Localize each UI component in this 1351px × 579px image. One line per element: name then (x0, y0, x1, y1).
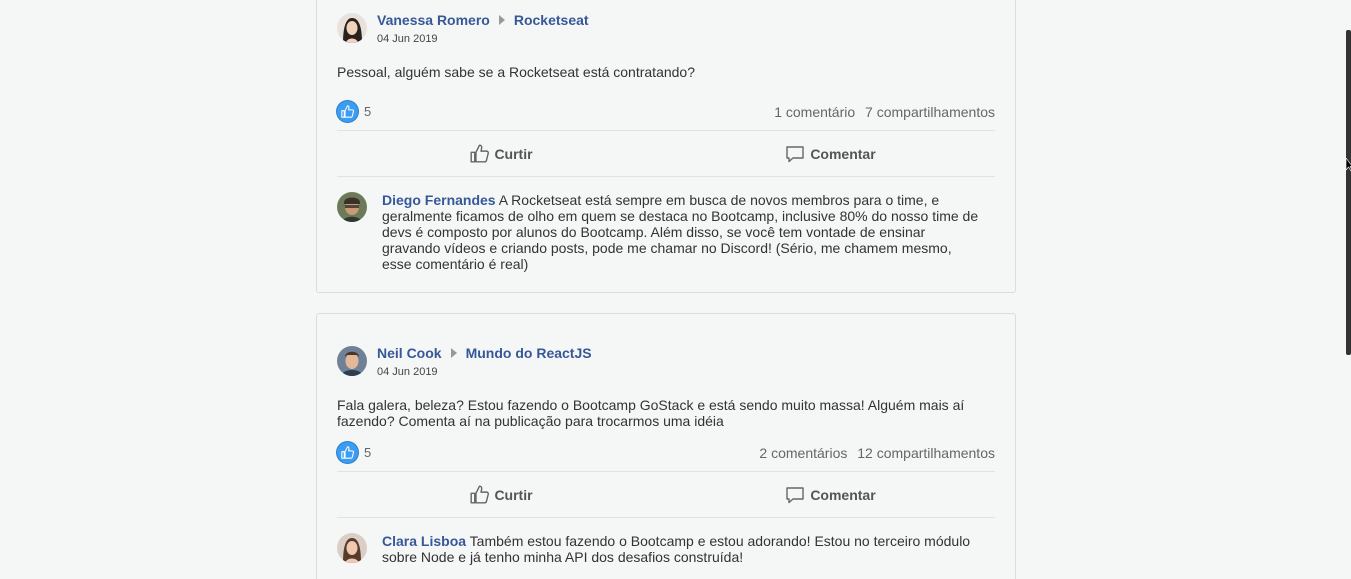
post-group-link[interactable]: Mundo do ReactJS (466, 345, 592, 361)
post-author-link[interactable]: Neil Cook (377, 345, 442, 361)
caret-right-icon (450, 348, 457, 358)
post-group-link[interactable]: Rocketseat (514, 12, 589, 28)
like-button[interactable]: Curtir (337, 144, 666, 163)
like-count: 5 (364, 104, 372, 119)
like-button-label: Curtir (494, 145, 533, 162)
avatar[interactable] (337, 192, 367, 222)
like-summary[interactable]: 5 (337, 442, 371, 463)
engagement-counts: 1 comentário 7 compartilhamentos (774, 104, 995, 120)
comments-count[interactable]: 1 comentário (774, 104, 855, 120)
post-actions: Curtir Comentar (337, 131, 995, 177)
comment-button-label: Comentar (810, 486, 876, 503)
comment-item: Clara Lisboa Também estou fazendo o Boot… (337, 518, 995, 565)
post-header: Vanessa Romero Rocketseat 04 Jun 2019 (337, 0, 995, 64)
avatar[interactable] (337, 13, 367, 43)
avatar[interactable] (337, 533, 367, 563)
post-date: 04 Jun 2019 (377, 33, 438, 45)
post-content: Fala galera, beleza? Estou fazendo o Boo… (337, 397, 965, 429)
caret-right-icon (498, 15, 505, 25)
post-card: Vanessa Romero Rocketseat 04 Jun 2019 Pe… (316, 0, 1016, 293)
like-button-label: Curtir (494, 486, 533, 503)
comment-body: Diego Fernandes A Rocketseat está sempre… (382, 192, 982, 272)
comment-button-label: Comentar (810, 145, 876, 162)
comment-button[interactable]: Comentar (666, 486, 995, 504)
thumbs-up-badge-icon (337, 101, 358, 122)
post-content: Pessoal, alguém sabe se a Rocketseat est… (337, 64, 695, 80)
post-list: Vanessa Romero Rocketseat 04 Jun 2019 Pe… (316, 0, 1016, 579)
comment-icon (786, 145, 805, 162)
post-stats: 5 2 comentários 12 compartilhamentos (337, 434, 995, 472)
post-date: 04 Jun 2019 (377, 366, 438, 378)
comment-body: Clara Lisboa Também estou fazendo o Boot… (382, 533, 982, 565)
post-author-line: Neil Cook Mundo do ReactJS (377, 345, 592, 361)
shares-count[interactable]: 12 compartilhamentos (857, 445, 995, 461)
comment-button[interactable]: Comentar (666, 145, 995, 163)
feed-viewport: Vanessa Romero Rocketseat 04 Jun 2019 Pe… (0, 0, 1351, 579)
comment-author-link[interactable]: Diego Fernandes (382, 192, 496, 208)
avatar[interactable] (337, 346, 367, 376)
post-author-line: Vanessa Romero Rocketseat (377, 12, 589, 28)
thumbs-up-badge-icon (337, 442, 358, 463)
thumbs-up-icon (470, 485, 490, 504)
post-author-link[interactable]: Vanessa Romero (377, 12, 490, 28)
thumbs-up-icon (470, 144, 490, 163)
post-card: Neil Cook Mundo do ReactJS 04 Jun 2019 F… (316, 313, 1016, 579)
scrollbar-thumb[interactable] (1346, 30, 1351, 355)
post-header: Neil Cook Mundo do ReactJS 04 Jun 2019 (337, 314, 995, 397)
mouse-cursor-icon (1346, 158, 1351, 172)
like-count: 5 (364, 445, 372, 460)
comment-icon (786, 486, 805, 503)
post-meta: Vanessa Romero Rocketseat 04 Jun 2019 (377, 12, 589, 45)
comment-text: Também estou fazendo o Bootcamp e estou … (382, 533, 971, 565)
post-meta: Neil Cook Mundo do ReactJS 04 Jun 2019 (377, 345, 592, 378)
shares-count[interactable]: 7 compartilhamentos (865, 104, 995, 120)
post-stats: 5 1 comentário 7 compartilhamentos (337, 93, 995, 131)
comment-item: Diego Fernandes A Rocketseat está sempre… (337, 177, 995, 272)
comment-author-link[interactable]: Clara Lisboa (382, 533, 466, 549)
engagement-counts: 2 comentários 12 compartilhamentos (759, 445, 995, 461)
like-button[interactable]: Curtir (337, 485, 666, 504)
post-actions: Curtir Comentar (337, 472, 995, 518)
like-summary[interactable]: 5 (337, 101, 371, 122)
comments-count[interactable]: 2 comentários (759, 445, 847, 461)
